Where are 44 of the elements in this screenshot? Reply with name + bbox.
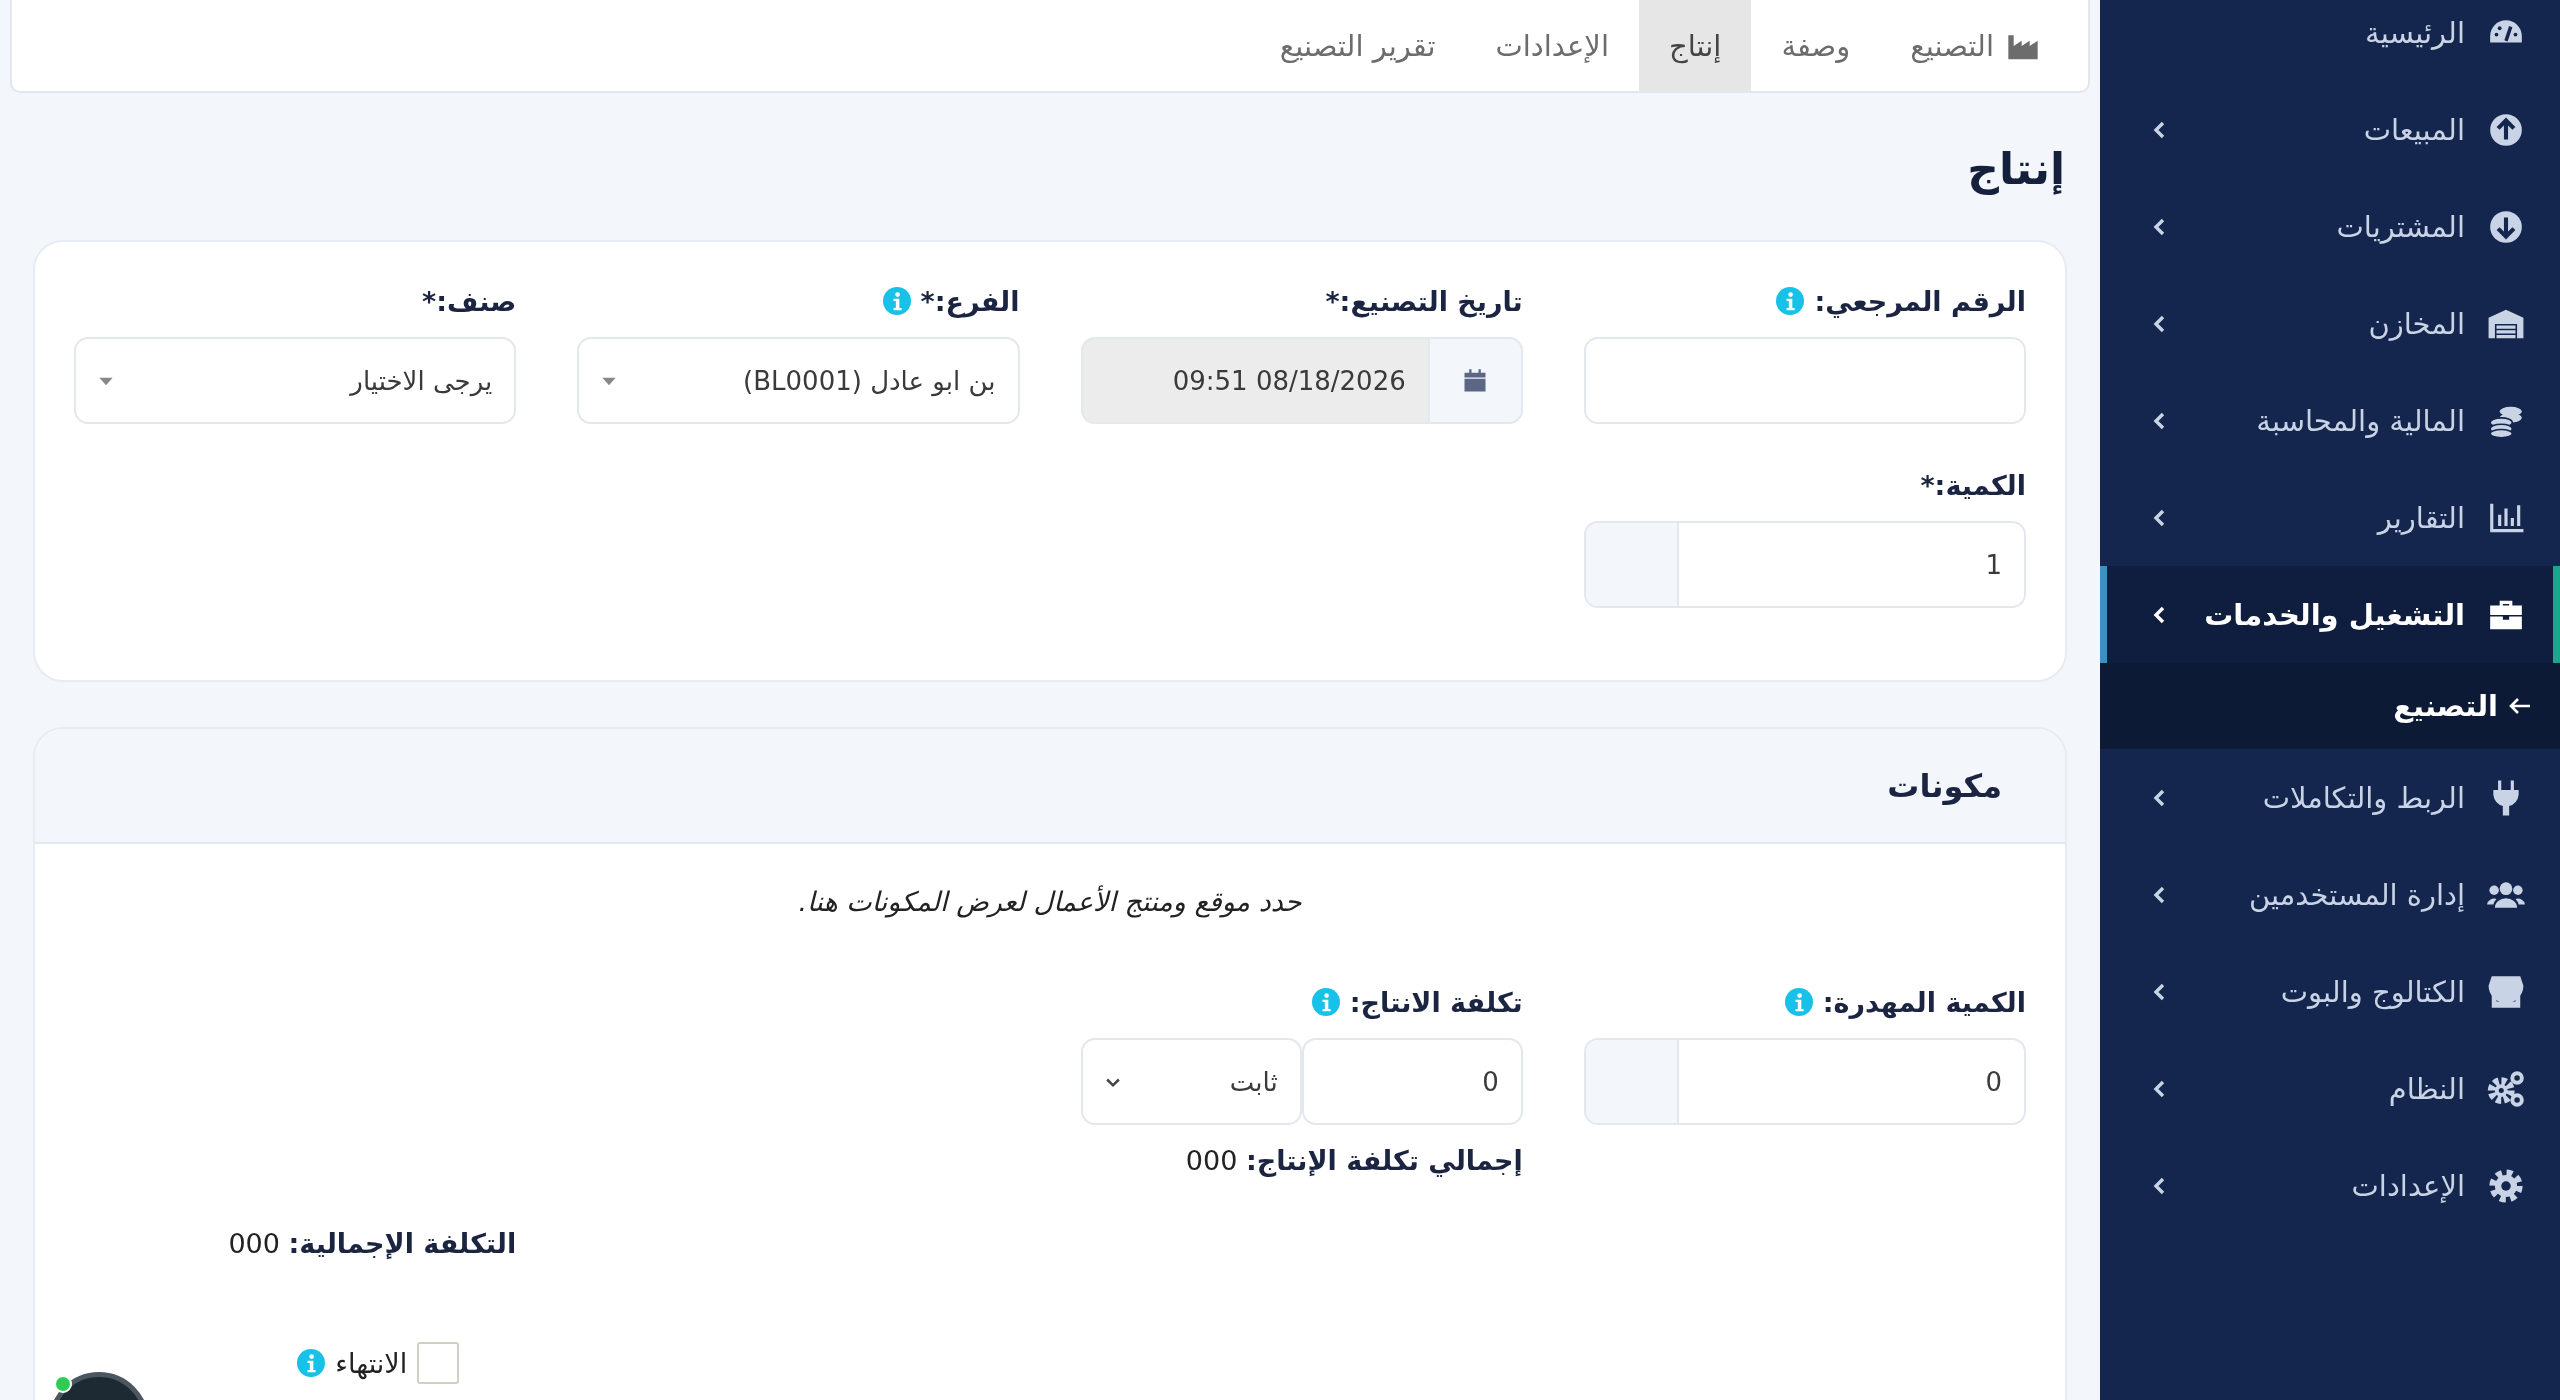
number-field[interactable]: 0: [1301, 1038, 1523, 1125]
nav-item[interactable]: المخازن: [2100, 275, 2560, 372]
field-label: الكمية:*: [1920, 469, 2026, 501]
nav-item[interactable]: إدارة المستخدمين: [2100, 846, 2560, 943]
text-field[interactable]: [1583, 337, 2026, 424]
nav-item[interactable]: التشغيل والخدمات: [2100, 566, 2560, 663]
hint-text: حدد موقع ومنتج الأعمال لعرض المكونات هنا.: [797, 884, 1303, 920]
nav-item[interactable]: الرئيسية: [2100, 0, 2560, 81]
nav-item[interactable]: التقارير: [2100, 469, 2560, 566]
checkbox[interactable]: [417, 1342, 460, 1384]
tab[interactable]: وصفة: [1751, 0, 1881, 91]
tab[interactable]: الإعدادات: [1465, 0, 1639, 91]
nav-item[interactable]: الكتالوج والبوت: [2100, 943, 2560, 1040]
nav-item[interactable]: الإعدادات: [2100, 1137, 2560, 1234]
nav-item[interactable]: المشتريات: [2100, 178, 2560, 275]
select-field[interactable]: ثابت: [1080, 1038, 1302, 1125]
field-label: صنف:*: [422, 285, 517, 317]
tab[interactable]: إنتاج: [1638, 0, 1752, 91]
tab[interactable]: التصنيع: [1880, 0, 2072, 91]
select-field[interactable]: بن ابو عادل (BL0001): [577, 337, 1020, 424]
nav-item[interactable]: الربط والتكاملات: [2100, 749, 2560, 846]
nav-item[interactable]: النظام: [2100, 1040, 2560, 1137]
nav-item[interactable]: المبيعات: [2100, 81, 2560, 178]
number-field[interactable]: 1: [1583, 521, 2026, 608]
info-icon[interactable]: [1784, 988, 1813, 1016]
nav-subitem[interactable]: التصنيع: [2100, 663, 2560, 749]
date-field[interactable]: 09:51 08/18/2026: [1080, 337, 1523, 424]
tab[interactable]: تقرير التصنيع: [1249, 0, 1466, 91]
number-field[interactable]: 0: [1583, 1038, 2026, 1125]
info-icon[interactable]: [1311, 988, 1340, 1016]
info-icon[interactable]: [297, 1349, 326, 1377]
section-title: مكونات: [1887, 766, 2002, 805]
field-label: الرقم المرجعي:: [1814, 285, 2026, 317]
field-label: الكمية المهدرة:: [1822, 986, 2026, 1018]
field-label: الفرع:*: [920, 285, 1020, 317]
gears-icon: [2487, 1069, 2525, 1108]
checkbox-label: الانتهاء: [335, 1347, 408, 1379]
nav-item[interactable]: المالية والمحاسبة: [2100, 372, 2560, 469]
info-icon[interactable]: [1776, 287, 1805, 315]
field-label: تكلفة الانتاج:: [1349, 986, 1523, 1018]
info-icon[interactable]: [882, 287, 911, 315]
page-title: إنتاج: [1966, 142, 2066, 197]
field-label: تاريخ التصنيع:*: [1325, 285, 1523, 317]
select-field[interactable]: يرجى الاختيار: [74, 337, 517, 424]
